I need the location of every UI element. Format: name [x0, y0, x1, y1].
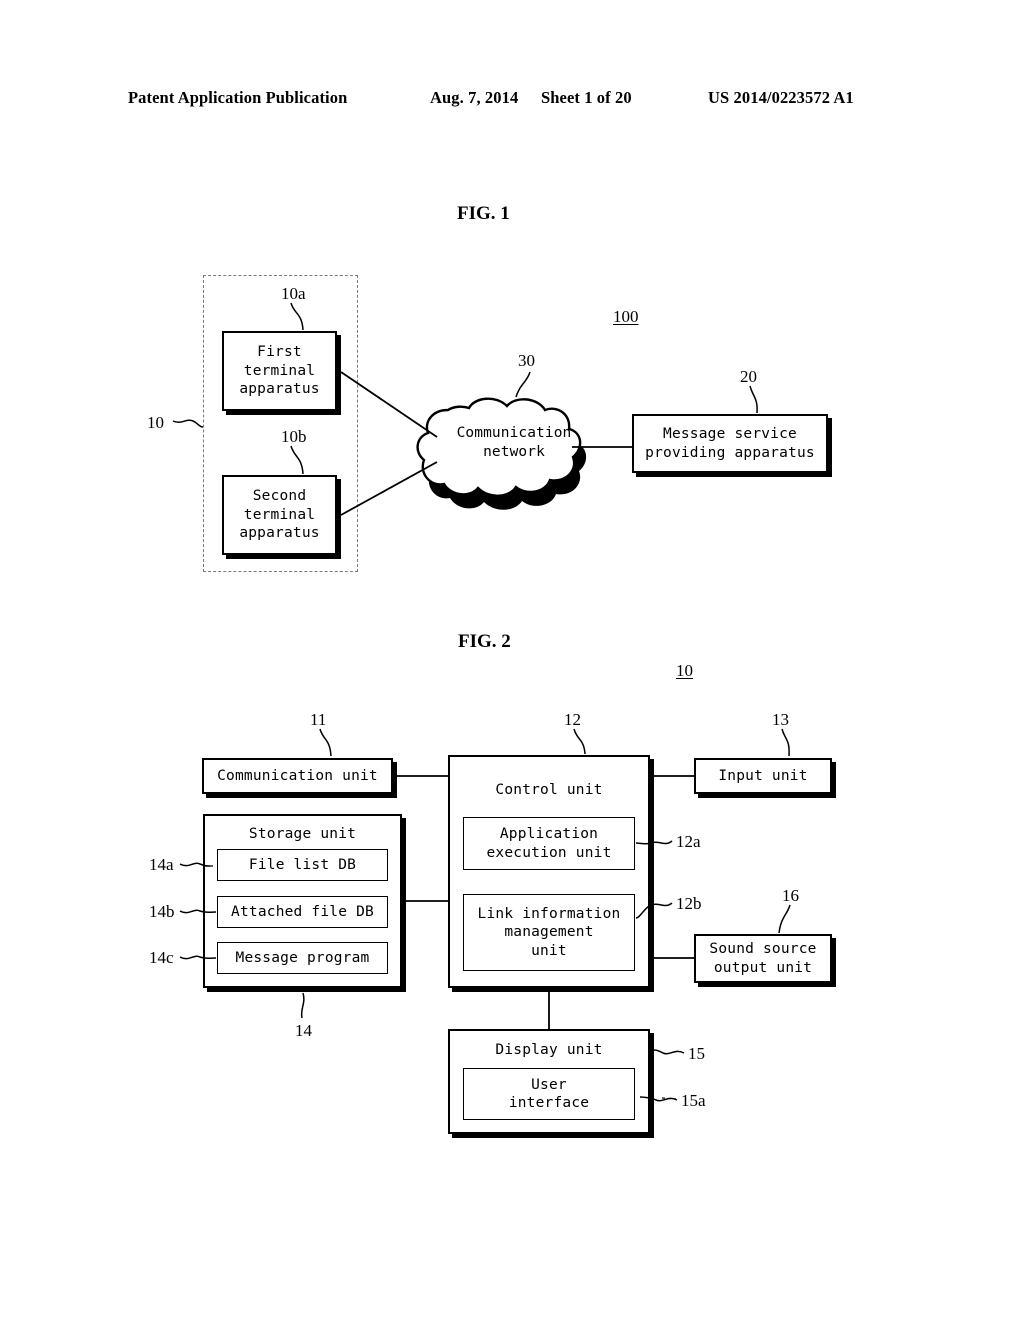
leader-ref-15a-stub: [661, 1097, 677, 1100]
sheet-number: Sheet 1 of 20: [541, 88, 632, 107]
input-unit-box: Input unit: [694, 758, 832, 794]
application-execution-unit-box: Application execution unit: [463, 817, 635, 870]
leader-ref-16: [778, 904, 791, 934]
ref-10b: 10b: [281, 427, 307, 446]
storage-unit-label: Storage unit: [248, 826, 357, 842]
communication-network-label: Communication network: [456, 425, 572, 460]
ref-12: 12: [564, 710, 581, 729]
leader-ref-15: [653, 1049, 685, 1055]
ref-30: 30: [518, 351, 535, 370]
display-unit-label: Display unit: [495, 1042, 603, 1058]
first-terminal-apparatus-box: First terminal apparatus: [222, 331, 337, 411]
figure-1-title: FIG. 1: [457, 203, 510, 224]
leader-ref-14: [300, 992, 305, 1019]
figure-2-title: FIG. 2: [458, 631, 511, 652]
ref-100-system: 100: [613, 307, 639, 326]
message-program-box: Message program: [217, 942, 388, 974]
publication-date: Aug. 7, 2014: [430, 88, 519, 107]
leader-ref-12: [573, 728, 586, 755]
leader-ref-11: [319, 728, 332, 757]
leader-ref-10-group: [172, 419, 204, 428]
leader-ref-20: [749, 385, 758, 414]
control-unit-label: Control unit: [495, 782, 603, 798]
sound-source-output-unit-box: Sound source output unit: [694, 934, 832, 983]
ref-12a: 12a: [676, 832, 701, 851]
ref-10a: 10a: [281, 284, 306, 303]
ref-12b: 12b: [676, 894, 702, 913]
ref-14c: 14c: [149, 948, 174, 967]
ref-10-device: 10: [676, 661, 693, 680]
attached-file-db-box: Attached file DB: [217, 896, 388, 928]
message-service-providing-apparatus-box: Message service providing apparatus: [632, 414, 828, 473]
publication-label: Patent Application Publication: [128, 88, 348, 107]
ref-20: 20: [740, 367, 757, 386]
ref-11: 11: [310, 710, 327, 729]
page-header: Patent Application Publication Aug. 7, 2…: [0, 88, 1024, 114]
ref-14a: 14a: [149, 855, 174, 874]
ref-13: 13: [772, 710, 789, 729]
file-list-db-box: File list DB: [217, 849, 388, 881]
ref-14b: 14b: [149, 902, 175, 921]
ref-15: 15: [688, 1044, 705, 1063]
user-interface-box: User interface: [463, 1068, 635, 1120]
ref-16: 16: [782, 886, 799, 905]
patent-number: US 2014/0223572 A1: [708, 88, 854, 107]
leader-ref-13: [781, 728, 790, 757]
second-terminal-apparatus-box: Second terminal apparatus: [222, 475, 337, 555]
leader-ref-30: [515, 371, 531, 398]
ref-10-group: 10: [147, 413, 164, 432]
ref-15a: 15a: [681, 1091, 706, 1110]
link-information-management-unit-box: Link information management unit: [463, 894, 635, 971]
communication-unit-box: Communication unit: [202, 758, 393, 794]
ref-14: 14: [295, 1021, 312, 1040]
